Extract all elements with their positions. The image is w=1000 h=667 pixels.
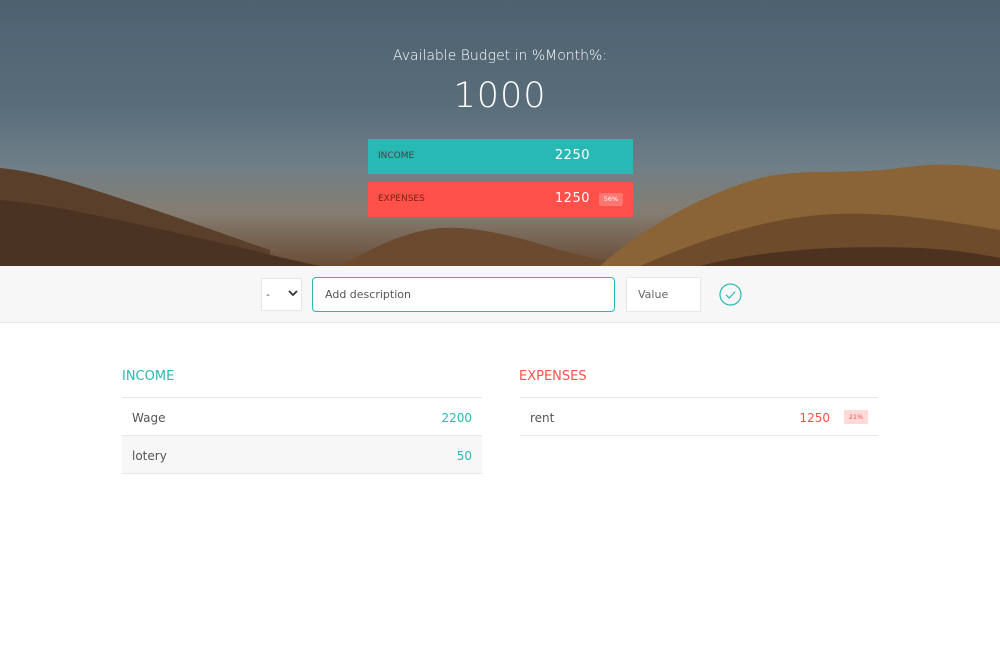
income-list-title: Income — [122, 369, 175, 384]
item-description: lotery — [132, 449, 167, 463]
type-select[interactable]: - — [261, 278, 302, 311]
value-input[interactable] — [626, 277, 701, 312]
list-item: lotery 50 — [122, 436, 482, 474]
expenses-summary-bar: Expenses 1250 56% — [368, 182, 633, 217]
type-select-value: - — [266, 288, 270, 301]
budget-value: 1000 — [453, 76, 547, 116]
description-input[interactable] — [312, 277, 615, 312]
expenses-list-title: Expenses — [519, 369, 587, 384]
budget-summary: Available Budget in %Month%: 1000 Income… — [0, 0, 1000, 266]
budget-title: Available Budget in %Month%: — [392, 48, 608, 64]
item-value: 50 — [456, 449, 472, 463]
income-summary-value: 2250 — [554, 148, 590, 163]
item-value: 1250 — [799, 411, 830, 425]
expenses-summary-label: Expenses — [378, 194, 425, 204]
expenses-list: rent 1250 21% — [520, 397, 878, 436]
item-description: rent — [530, 411, 555, 425]
income-summary-label: Income — [378, 151, 415, 161]
list-item: Wage 2200 — [122, 398, 482, 436]
header-background: Available Budget in %Month%: 1000 Income… — [0, 0, 1000, 266]
item-percentage-badge: 21% — [844, 410, 868, 424]
income-list: Wage 2200 lotery 50 — [122, 397, 482, 474]
expenses-summary-value: 1250 — [554, 191, 590, 206]
chevron-down-icon — [288, 290, 298, 297]
check-circle-icon[interactable] — [719, 283, 742, 306]
list-item: rent 1250 21% — [520, 398, 878, 436]
item-description: Wage — [132, 411, 166, 425]
income-summary-bar: Income 2250 — [368, 139, 633, 174]
item-value: 2200 — [441, 411, 472, 425]
expenses-percentage-badge: 56% — [599, 193, 623, 206]
